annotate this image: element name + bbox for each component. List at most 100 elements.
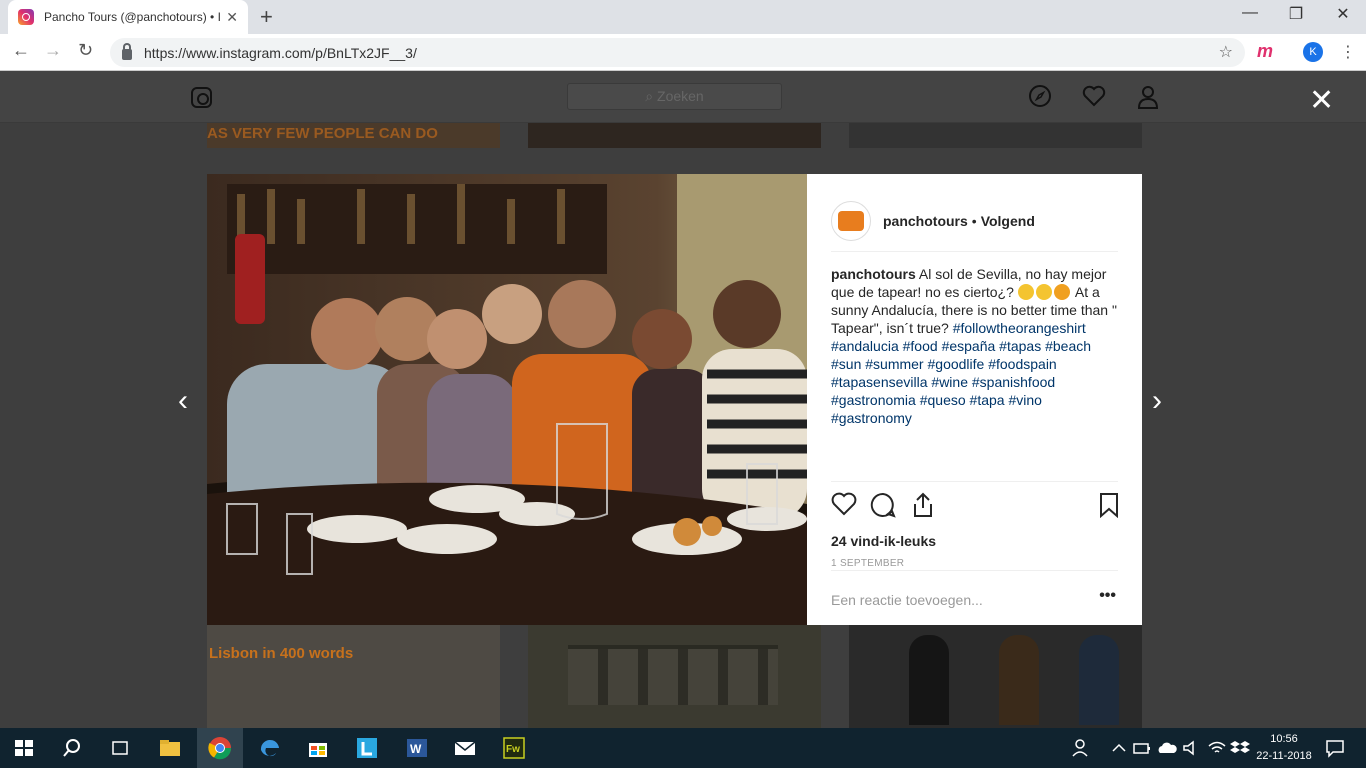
grid-thumbnail[interactable] xyxy=(849,123,1142,148)
hashtag[interactable]: #tapa xyxy=(970,392,1005,408)
like-heart-icon[interactable] xyxy=(831,492,857,516)
bookmark-icon[interactable] xyxy=(1099,492,1119,518)
grid-thumbnail[interactable] xyxy=(528,123,821,148)
browser-tabbar: Pancho Tours (@panchotours) • I ✕ + — ❐ … xyxy=(0,0,1366,34)
instagram-logo-icon[interactable] xyxy=(191,87,212,108)
hashtag[interactable]: #tapasensevilla xyxy=(831,374,928,390)
next-post-arrow[interactable]: › xyxy=(1152,384,1162,418)
search-input[interactable]: ⌕ Zoeken xyxy=(567,83,782,110)
dropbox-icon[interactable] xyxy=(1228,736,1252,760)
post-actions: 24 vind-ik-leuks 1 SEPTEMBER xyxy=(831,481,1118,571)
profile-avatar[interactable]: K xyxy=(1303,42,1323,62)
file-explorer-icon[interactable] xyxy=(158,736,182,760)
profile-picture[interactable] xyxy=(831,200,871,241)
hashtag[interactable]: #españa xyxy=(942,338,996,354)
post-header: panchotours • Volgend xyxy=(831,190,1118,252)
hashtag[interactable]: #followtheorangeshirt xyxy=(953,320,1086,336)
grid-banner-text: AS VERY FEW PEOPLE CAN DO xyxy=(207,125,438,142)
follow-status-button[interactable]: Volgend xyxy=(981,213,1035,229)
window-close-button[interactable]: ✕ xyxy=(1320,4,1366,24)
clock-time[interactable]: 10:56 xyxy=(1254,733,1314,745)
browser-menu-icon[interactable]: ⋮ xyxy=(1340,42,1356,62)
hashtag[interactable]: #spanishfood xyxy=(972,374,1055,390)
sunglasses-emoji-icon xyxy=(1035,284,1052,300)
hashtag[interactable]: #goodlife xyxy=(928,356,985,372)
address-bar[interactable]: https://www.instagram.com/p/BnLTx2JF__3/… xyxy=(110,38,1245,67)
comment-input-row: Een reactie toevoegen... ••• xyxy=(831,570,1118,625)
comment-input[interactable]: Een reactie toevoegen... xyxy=(831,592,983,608)
mail-icon[interactable] xyxy=(453,736,477,760)
post-username[interactable]: panchotours xyxy=(883,213,968,229)
back-button[interactable]: ← xyxy=(12,40,30,61)
group-photo-illustration xyxy=(207,174,807,625)
bookmark-star-icon[interactable]: ☆ xyxy=(1219,42,1233,62)
hashtag[interactable]: #andalucia xyxy=(831,338,899,354)
notifications-icon[interactable] xyxy=(1323,736,1347,760)
hashtag[interactable]: #food xyxy=(903,338,938,354)
post-photo[interactable] xyxy=(207,174,807,625)
reload-button[interactable]: ↻ xyxy=(78,40,93,61)
close-modal-button[interactable]: ✕ xyxy=(1309,83,1334,118)
word-icon[interactable]: W xyxy=(405,736,429,760)
forward-button[interactable]: → xyxy=(44,40,62,61)
extension-icon[interactable]: m xyxy=(1257,41,1273,62)
people-icon[interactable] xyxy=(1070,736,1094,760)
edge-icon[interactable] xyxy=(258,736,282,760)
minimize-button[interactable]: — xyxy=(1227,4,1273,22)
onedrive-cloud-icon[interactable] xyxy=(1155,736,1179,760)
tab-close-icon[interactable]: ✕ xyxy=(226,9,238,26)
clock-date[interactable]: 22-11-2018 xyxy=(1250,750,1318,762)
profile-person-icon[interactable] xyxy=(1137,85,1159,109)
task-view-icon[interactable] xyxy=(108,736,132,760)
grid-thumbnail[interactable]: AS VERY FEW PEOPLE CAN DO xyxy=(207,123,500,148)
grid-thumbnail-title: Lisbon in 400 words xyxy=(209,645,354,662)
post-side-panel: panchotours • Volgend panchotours Al sol… xyxy=(807,174,1142,625)
hashtag[interactable]: #wine xyxy=(931,374,968,390)
comment-bubble-icon[interactable] xyxy=(870,492,896,518)
hashtag[interactable]: #foodspain xyxy=(988,356,1057,372)
grid-person-shape xyxy=(909,635,949,725)
share-icon[interactable] xyxy=(911,492,935,518)
svg-text:W: W xyxy=(410,742,422,756)
app-l-icon[interactable] xyxy=(355,736,379,760)
hashtag[interactable]: #beach xyxy=(1045,338,1091,354)
browser-toolbar: ← → ↻ https://www.instagram.com/p/BnLTx2… xyxy=(0,34,1366,71)
chevron-up-icon[interactable] xyxy=(1107,736,1131,760)
caption-username[interactable]: panchotours xyxy=(831,266,916,282)
hashtag[interactable]: #vino xyxy=(1008,392,1041,408)
new-tab-button[interactable]: + xyxy=(260,4,273,30)
pancho-logo-icon xyxy=(838,210,864,231)
hashtag[interactable]: #gastronomy xyxy=(831,410,912,426)
search-icon[interactable] xyxy=(60,736,84,760)
battery-icon[interactable] xyxy=(1130,736,1154,760)
grid-person-shape xyxy=(1079,635,1119,725)
grid-thumbnail[interactable] xyxy=(849,625,1142,728)
grid-thumbnail[interactable] xyxy=(528,625,821,728)
more-options-icon[interactable]: ••• xyxy=(1099,587,1116,605)
volume-icon[interactable] xyxy=(1180,736,1204,760)
hashtag[interactable]: #gastronomia xyxy=(831,392,916,408)
instagram-favicon-icon xyxy=(18,9,34,25)
likes-count[interactable]: 24 vind-ik-leuks xyxy=(831,533,936,549)
explore-compass-icon[interactable] xyxy=(1029,85,1051,107)
windows-start-icon[interactable] xyxy=(12,736,36,760)
wifi-icon[interactable] xyxy=(1205,736,1229,760)
hashtag[interactable]: #tapas xyxy=(999,338,1041,354)
post-caption: panchotours Al sol de Sevilla, no hay me… xyxy=(831,265,1121,427)
grid-thumbnail[interactable] xyxy=(207,625,500,728)
courtyard-arches xyxy=(568,645,778,705)
store-icon[interactable] xyxy=(306,736,330,760)
hashtag[interactable]: #sun xyxy=(831,356,861,372)
chrome-icon[interactable] xyxy=(208,736,232,760)
lock-icon xyxy=(122,43,132,60)
previous-post-arrow[interactable]: ‹ xyxy=(178,384,188,418)
fireworks-icon[interactable]: Fw xyxy=(502,736,526,760)
instagram-header: ⌕ Zoeken xyxy=(0,71,1366,123)
hashtag[interactable]: #queso xyxy=(920,392,966,408)
header-separator: • xyxy=(971,212,977,229)
activity-heart-icon[interactable] xyxy=(1082,85,1106,107)
browser-tab[interactable]: Pancho Tours (@panchotours) • I ✕ xyxy=(8,0,248,34)
maximize-button[interactable]: ❐ xyxy=(1273,4,1319,24)
grid-person-shape xyxy=(999,635,1039,725)
hashtag[interactable]: #summer xyxy=(865,356,923,372)
